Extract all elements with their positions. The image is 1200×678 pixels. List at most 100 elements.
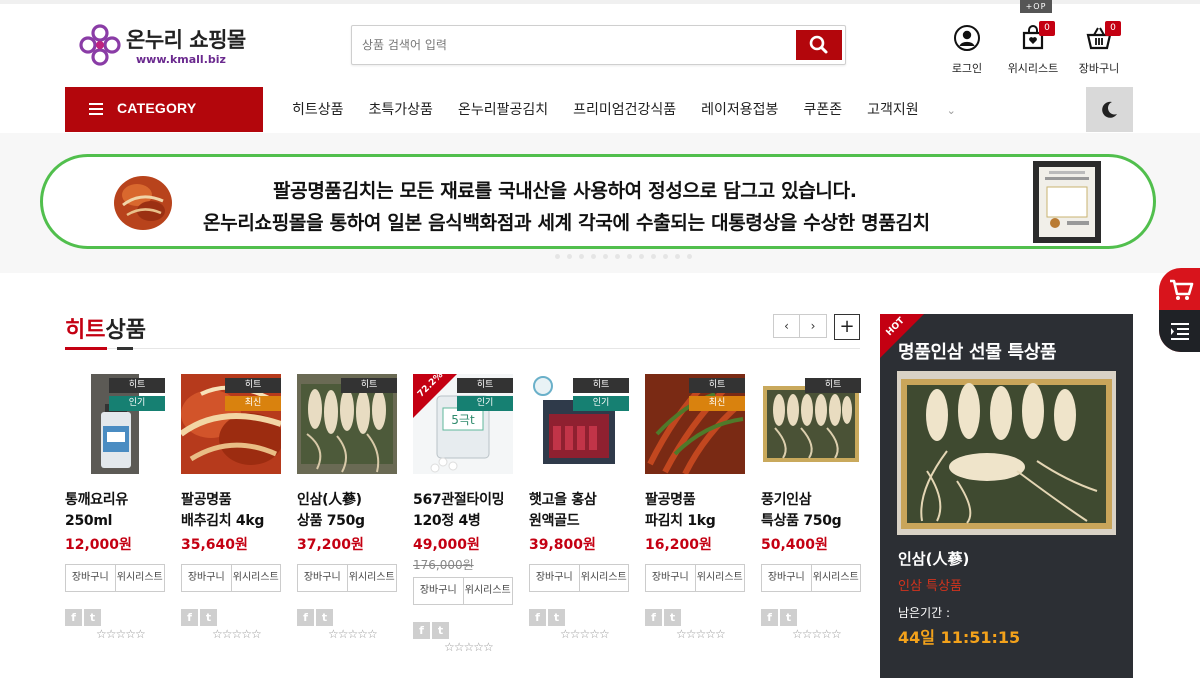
search-button[interactable] <box>796 30 842 60</box>
product-image[interactable]: 히트 <box>297 374 397 474</box>
twitter-icon[interactable]: t <box>548 609 565 626</box>
add-to-cart-button[interactable]: 장바구니 <box>762 565 811 591</box>
banner-line-1: 팔공명품김치는 모든 재료를 국내산을 사용하여 정성으로 담그고 있습니다. <box>273 180 857 202</box>
product-name[interactable]: 햇고을 홍삼 원액골드 <box>529 490 629 532</box>
product-name[interactable]: 팔공명품 파김치 1kg <box>645 490 745 532</box>
category-label: CATEGORY <box>117 100 197 116</box>
facebook-icon[interactable]: f <box>65 609 82 626</box>
facebook-icon[interactable]: f <box>413 622 430 639</box>
hot-deal-subtitle: 인삼 특상품 <box>898 579 962 594</box>
product-card[interactable]: 히트 최신 팔공명품 파김치 1kg 16,200원 장바구니 위시리스트 ft … <box>645 374 745 641</box>
product-name[interactable]: 통깨요리유 250ml <box>65 490 165 532</box>
banner-pagination[interactable] <box>555 254 692 259</box>
facebook-icon[interactable]: f <box>761 609 778 626</box>
product-price: 49,000원 <box>413 537 480 553</box>
category-button[interactable]: CATEGORY <box>65 87 263 132</box>
product-card[interactable]: 히트 인기 햇고을 홍삼 원액골드 39,800원 장바구니 위시리스트 ft ☆… <box>529 374 629 641</box>
nav-item-kimchi[interactable]: 온누리팔공김치 <box>458 99 548 119</box>
twitter-icon[interactable]: t <box>664 609 681 626</box>
site-logo[interactable]: 온누리 쇼핑몰 www.kmall.biz <box>78 22 258 72</box>
original-price: 176,000원 <box>413 558 474 572</box>
product-card[interactable]: 히트 인기 통깨요리유 250ml 12,000원 장바구니 위시리스트 ft ☆… <box>65 374 165 641</box>
promo-banner[interactable]: 팔공명품김치는 모든 재료를 국내산을 사용하여 정성으로 담그고 있습니다. … <box>40 154 1156 249</box>
section-title-rest: 상품 <box>105 318 146 343</box>
add-to-wishlist-button[interactable]: 위시리스트 <box>810 565 861 591</box>
nav-item-hit[interactable]: 히트상품 <box>292 99 344 119</box>
list-indent-icon <box>1171 323 1189 340</box>
add-to-wishlist-button[interactable]: 위시리스트 <box>230 565 281 591</box>
product-name[interactable]: 팔공명품 배추김치 4kg <box>181 490 281 532</box>
login-label: 로그인 <box>951 62 983 75</box>
share-buttons: ft <box>65 609 165 626</box>
twitter-icon[interactable]: t <box>432 622 449 639</box>
twitter-icon[interactable]: t <box>84 609 101 626</box>
add-to-wishlist-button[interactable]: 위시리스트 <box>578 565 629 591</box>
cart-link[interactable]: 0 장바구니 <box>1069 21 1129 76</box>
product-name[interactable]: 풍기인삼 특상품 750g <box>761 490 861 532</box>
more-plus-button[interactable]: + <box>834 314 860 340</box>
nav-item-laser[interactable]: 레이저용접봉 <box>701 99 778 119</box>
facebook-icon[interactable]: f <box>181 609 198 626</box>
product-card[interactable]: 히트 인삼(人蔘) 상품 750g 37,200원 장바구니 위시리스트 ft ☆… <box>297 374 397 641</box>
twitter-icon[interactable]: t <box>316 609 333 626</box>
product-name[interactable]: 인삼(人蔘) 상품 750g <box>297 490 397 532</box>
product-image[interactable]: 히트 <box>761 374 861 474</box>
add-to-cart-button[interactable]: 장바구니 <box>646 565 695 591</box>
add-to-cart-button[interactable]: 장바구니 <box>530 565 579 591</box>
facebook-icon[interactable]: f <box>297 609 314 626</box>
section-title: 히트상품 <box>65 312 146 344</box>
next-arrow-icon[interactable]: › <box>800 314 827 338</box>
logo-icon <box>79 24 121 66</box>
product-image[interactable]: 5극t 72.2% 히트 인기 <box>413 374 513 474</box>
add-to-cart-button[interactable]: 장바구니 <box>66 565 115 591</box>
hot-deal-panel[interactable]: HOT 명품인삼 선물 특상품 인삼(人蔘) 인삼 특상품 남은기간: 44일… <box>880 314 1133 678</box>
facebook-icon[interactable]: f <box>529 609 546 626</box>
add-to-cart-button[interactable]: 장바구니 <box>414 578 463 604</box>
rating-stars: ☆☆☆☆☆ <box>560 627 610 641</box>
product-image[interactable]: 히트 인기 <box>529 374 629 474</box>
nav-item-support[interactable]: 고객지원 ⌄ <box>867 99 981 119</box>
product-price: 50,400원 <box>761 537 828 553</box>
nav-item-support-label: 고객지원 <box>867 102 919 118</box>
add-to-wishlist-button[interactable]: 위시리스트 <box>462 578 513 604</box>
share-buttons: ft <box>297 609 397 626</box>
op-tag[interactable]: +OP <box>1020 0 1052 13</box>
add-to-cart-button[interactable]: 장바구니 <box>182 565 231 591</box>
add-to-wishlist-button[interactable]: 위시리스트 <box>346 565 397 591</box>
login-link[interactable]: 로그인 <box>937 24 997 76</box>
product-card[interactable]: 히트 풍기인삼 특상품 750g 50,400원 장바구니 위시리스트 ft ☆☆… <box>761 374 861 641</box>
add-to-wishlist-button[interactable]: 위시리스트 <box>694 565 745 591</box>
twitter-icon[interactable]: t <box>780 609 797 626</box>
logo-text: 온누리 쇼핑몰 <box>126 28 246 52</box>
hot-deal-image[interactable] <box>897 371 1116 535</box>
twitter-icon[interactable]: t <box>200 609 217 626</box>
add-to-wishlist-button[interactable]: 위시리스트 <box>114 565 165 591</box>
product-actions: 장바구니 위시리스트 <box>413 577 513 605</box>
product-name[interactable]: 567관절타이밍 120정 4병 <box>413 490 513 532</box>
dark-mode-toggle[interactable] <box>1086 87 1133 132</box>
search-input[interactable] <box>362 34 792 56</box>
add-to-cart-button[interactable]: 장바구니 <box>298 565 347 591</box>
product-card[interactable]: 히트 최신 팔공명품 배추김치 4kg 35,640원 장바구니 위시리스트 ft… <box>181 374 281 641</box>
hot-deal-title: 명품인삼 선물 특상품 <box>898 342 1057 363</box>
facebook-icon[interactable]: f <box>645 609 662 626</box>
kimchi-image <box>114 176 172 230</box>
product-image[interactable]: 히트 인기 <box>65 374 165 474</box>
product-image[interactable]: 히트 최신 <box>181 374 281 474</box>
wishlist-link[interactable]: 0 위시리스트 <box>1003 21 1063 76</box>
hot-deal-name[interactable]: 인삼(人蔘) <box>898 548 969 569</box>
floating-cart-panel[interactable] <box>1159 268 1200 352</box>
share-buttons: ft <box>181 609 281 626</box>
nav-item-health[interactable]: 프리미엄건강식품 <box>573 99 676 119</box>
new-badge: 최신 <box>225 396 281 411</box>
nav-item-coupon[interactable]: 쿠폰존 <box>803 99 842 119</box>
popular-badge: 인기 <box>457 396 513 411</box>
product-image[interactable]: 히트 최신 <box>645 374 745 474</box>
hit-badge: 히트 <box>689 378 745 393</box>
nav-item-super-sale[interactable]: 초특가상품 <box>369 99 433 119</box>
product-card[interactable]: 5극t 72.2% 히트 인기 567관절타이밍 120정 4병 49,000원 … <box>413 374 513 654</box>
menu-toggle[interactable] <box>1159 310 1200 352</box>
rating-stars: ☆☆☆☆☆ <box>792 627 842 641</box>
prev-arrow-icon[interactable]: ‹ <box>773 314 800 338</box>
share-buttons: ft <box>413 622 513 639</box>
